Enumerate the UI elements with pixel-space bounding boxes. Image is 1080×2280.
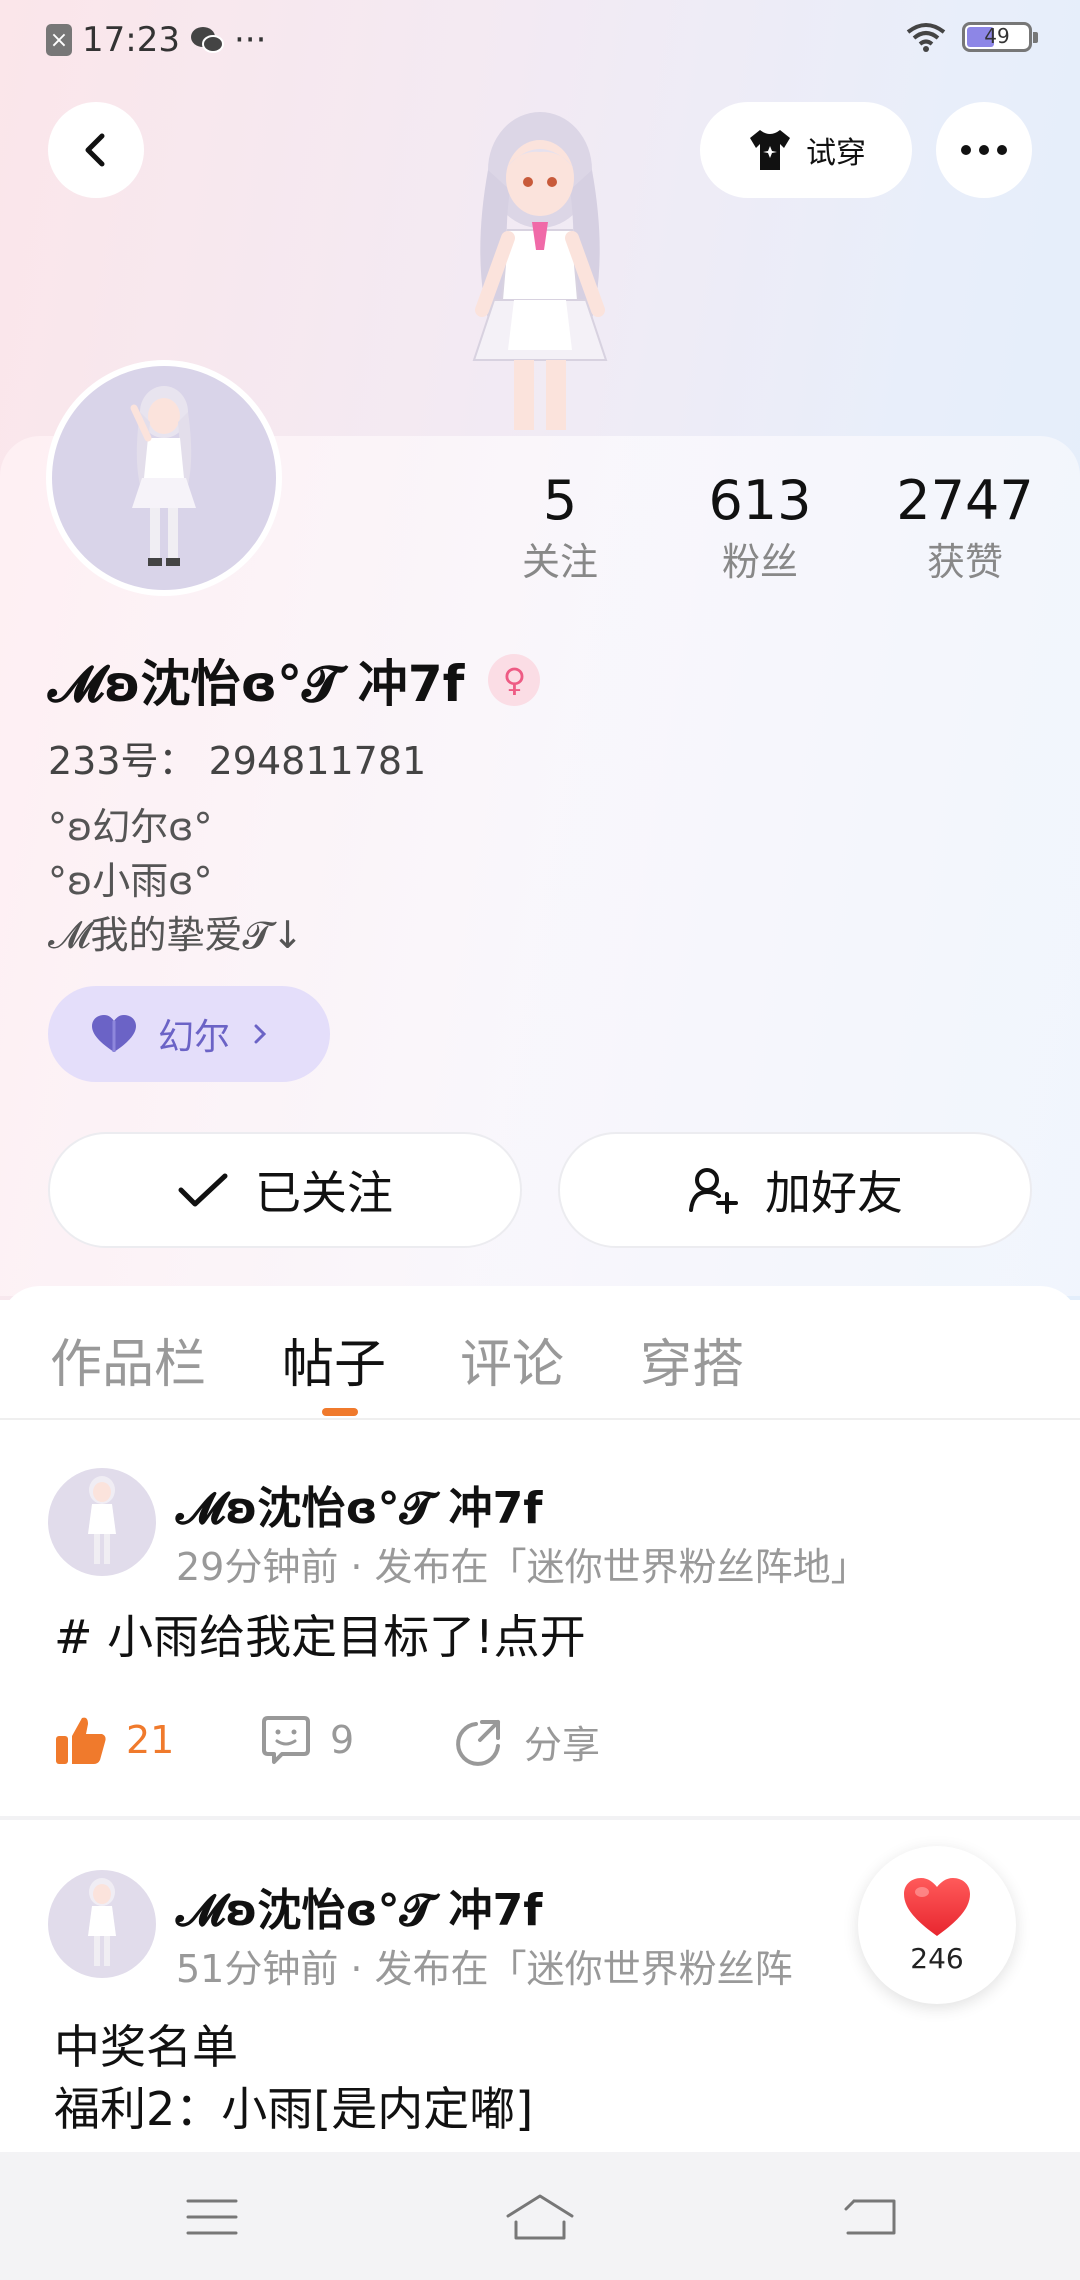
bio: °ʚ幻尔ɞ° °ʚ小雨ɞ° 𝓜我的挚爱𝓣↓ [48, 800, 304, 962]
tab-posts[interactable]: 帖子 [282, 1322, 386, 1397]
user-id-label: 233号： [48, 739, 197, 783]
stat-followers[interactable]: 613 粉丝 [680, 468, 840, 590]
share-button[interactable]: 分享 [454, 1714, 600, 1769]
stat-likes[interactable]: 2747 获赞 [885, 468, 1045, 590]
home-icon [506, 2194, 574, 2240]
post-meta: 29分钟前 · 发布在「迷你世界粉丝阵地」 [176, 1545, 869, 1589]
battery-icon: 49 [962, 22, 1038, 52]
more-dots-icon [979, 145, 989, 155]
chevron-right-icon [254, 1024, 267, 1044]
user-id-value: 294811781 [208, 739, 427, 783]
battery-level: 49 [984, 24, 1010, 48]
following-button[interactable]: 已关注 [48, 1132, 522, 1248]
wechat-icon [190, 27, 224, 53]
tab-outfits[interactable]: 穿搭 [640, 1322, 744, 1397]
add-user-icon [689, 1168, 738, 1214]
comment-icon [262, 1716, 310, 1764]
stat-value: 613 [708, 469, 812, 532]
floating-like-count: 246 [910, 1941, 964, 1975]
avatar[interactable] [46, 360, 282, 596]
avatar-figure-icon [88, 1476, 116, 1564]
username-row: 𝓜ʚ沈怡ɞ°𝓣 冲7f ♀ [48, 644, 541, 716]
status-right: 49 [906, 22, 1038, 52]
more-dots-icon [997, 145, 1007, 155]
bio-line: 𝓜我的挚爱𝓣↓ [48, 913, 304, 957]
try-on-button[interactable]: 试穿 [700, 102, 912, 198]
notification-close-icon: × [46, 24, 72, 56]
avatar-figure-icon [88, 1878, 116, 1966]
checkmark-icon [178, 1173, 228, 1207]
tab-works[interactable]: 作品栏 [50, 1322, 206, 1397]
like-count: 21 [126, 1718, 175, 1762]
avatar-figure-icon [130, 386, 196, 566]
try-on-label: 试穿 [806, 136, 866, 171]
comment-count: 9 [330, 1718, 355, 1762]
heart-icon [92, 1015, 136, 1052]
post-divider [0, 1816, 1080, 1820]
nav-home-button[interactable] [500, 2182, 580, 2252]
more-button[interactable] [936, 102, 1032, 198]
best-friend-tag[interactable]: 幻尔 [48, 986, 330, 1082]
user-id: 233号： 294811781 [48, 730, 426, 785]
nav-menu-button[interactable] [172, 2182, 252, 2252]
bio-line: °ʚ幻尔ɞ° [48, 805, 213, 849]
post-author-avatar[interactable] [48, 1870, 156, 1978]
stat-value: 5 [542, 469, 578, 532]
stat-value: 2747 [896, 469, 1034, 532]
following-label: 已关注 [255, 1166, 393, 1220]
character-figure-icon [472, 112, 608, 430]
stat-label: 粉丝 [721, 540, 798, 584]
add-friend-label: 加好友 [765, 1166, 903, 1220]
stat-following[interactable]: 5 关注 [480, 468, 640, 590]
add-friend-button[interactable]: 加好友 [558, 1132, 1032, 1248]
post-author-name[interactable]: 𝓜ʚ沈怡ɞ°𝓣 冲7f [176, 1874, 542, 1938]
share-label: 分享 [524, 1723, 601, 1767]
post-text: # 小雨给我定目标了!点开 [54, 1610, 586, 1664]
like-button[interactable]: 21 [54, 1714, 174, 1766]
wifi-icon [906, 23, 946, 52]
post-author-name[interactable]: 𝓜ʚ沈怡ɞ°𝓣 冲7f [176, 1472, 542, 1536]
floating-like-button[interactable]: 246 [858, 1846, 1016, 2004]
status-left: × 17:23 ··· [46, 20, 266, 60]
chevron-left-icon [85, 133, 105, 167]
comment-button[interactable]: 9 [260, 1714, 354, 1766]
bio-line: °ʚ小雨ɞ° [48, 859, 213, 903]
status-time: 17:23 [82, 20, 180, 60]
tab-bar: 作品栏 帖子 评论 穿搭 [0, 1290, 1080, 1420]
profile-stats: 5 关注 613 粉丝 2747 获赞 [480, 468, 1060, 598]
post-meta: 51分钟前 · 发布在「迷你世界粉丝阵 [176, 1947, 793, 1991]
status-bar: × 17:23 ··· 49 [0, 0, 1080, 84]
tabs-divider [0, 1418, 1080, 1420]
back-icon [844, 2199, 896, 2235]
menu-icon [186, 2199, 238, 2235]
tshirt-icon [750, 130, 790, 170]
avatar-image [52, 366, 276, 590]
more-dots-icon [961, 145, 971, 155]
stat-label: 获赞 [926, 540, 1003, 584]
heart-icon [904, 1877, 970, 1936]
battery-tip [1033, 32, 1038, 43]
username: 𝓜ʚ沈怡ɞ°𝓣 冲7f [48, 655, 465, 713]
tab-comments[interactable]: 评论 [460, 1322, 564, 1397]
stat-label: 关注 [521, 540, 598, 584]
post-author-avatar[interactable] [48, 1468, 156, 1576]
active-tab-indicator [322, 1408, 358, 1416]
female-icon: ♀ [488, 654, 541, 706]
nav-back-button[interactable] [830, 2182, 910, 2252]
post-text: 福利2：小雨[是内定嘟] [54, 2082, 534, 2136]
post-text: 中奖名单 [54, 2020, 238, 2074]
share-icon [456, 1719, 500, 1766]
back-button[interactable] [48, 102, 144, 198]
best-friend-name: 幻尔 [158, 1017, 231, 1058]
character-avatar-3d[interactable] [410, 110, 670, 440]
post-card[interactable]: 𝓜ʚ沈怡ɞ°𝓣 冲7f 29分钟前 · 发布在「迷你世界粉丝阵地」 # 小雨给我… [0, 1466, 1080, 1806]
post-actions: 21 9 分享 [54, 1714, 954, 1774]
status-more: ··· [233, 20, 267, 60]
thumbs-up-icon [56, 1717, 106, 1764]
system-nav-bar [0, 2152, 1080, 2280]
